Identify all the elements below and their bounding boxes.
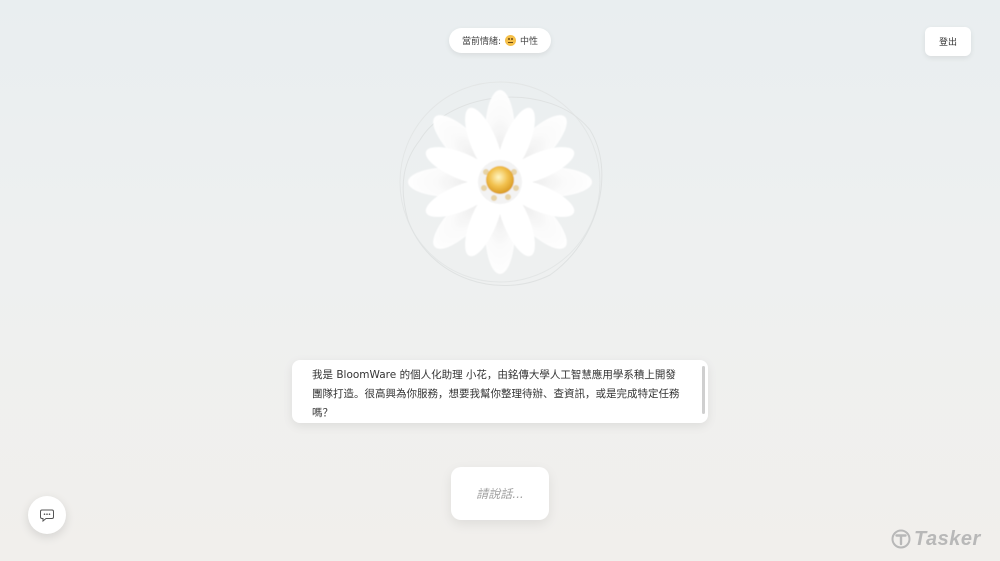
flower-avatar <box>390 70 610 295</box>
neutral-face-icon <box>505 35 517 46</box>
emotion-indicator: 當前情緒: 中性 <box>449 28 551 53</box>
assistant-message: 我是 BloomWare 的個人化助理 小花，由銘傳大學人工智慧應用學系積上開發… <box>292 360 708 423</box>
tasker-watermark: Tasker <box>891 527 981 551</box>
watermark-text: Tasker <box>914 527 981 550</box>
assistant-message-text: 我是 BloomWare 的個人化助理 小花，由銘傳大學人工智慧應用學系積上開發… <box>312 369 680 419</box>
speak-input[interactable] <box>451 467 549 520</box>
chat-bubble-icon <box>40 509 54 522</box>
message-scrollbar[interactable] <box>702 366 705 414</box>
logout-button[interactable]: 登出 <box>925 27 971 56</box>
emotion-value: 中性 <box>520 37 539 47</box>
tasker-logo-icon <box>891 529 911 549</box>
open-chat-button[interactable] <box>28 496 66 534</box>
emotion-label: 當前情緒: <box>461 37 502 47</box>
flower-icon <box>399 81 603 287</box>
